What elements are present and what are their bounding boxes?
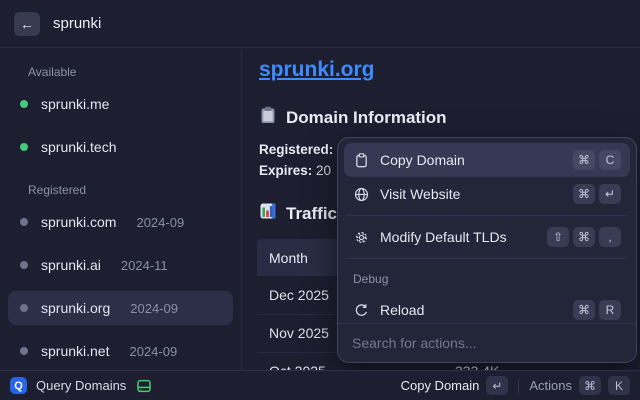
domain-name: sprunki.com — [41, 214, 116, 230]
cmd-key-badge: ⌘ — [573, 227, 595, 247]
domain-name: sprunki.ai — [41, 257, 101, 273]
primary-action-label: Copy Domain — [401, 378, 480, 393]
sidebar: Available sprunki.me sprunki.tech Regist… — [0, 49, 242, 370]
top-bar: ← sprunki — [0, 0, 640, 48]
cmd-key-badge: ⌘ — [579, 376, 601, 395]
menu-separator — [347, 215, 627, 216]
back-button[interactable]: ← — [14, 12, 40, 36]
cmd-key-badge: ⌘ — [573, 300, 595, 320]
domain-name: sprunki.me — [41, 96, 109, 112]
domain-date: 2024-09 — [136, 215, 184, 230]
available-dot-icon — [20, 143, 28, 151]
sidebar-item-sprunki-ai[interactable]: sprunki.ai 2024-11 — [8, 248, 233, 282]
r-key-badge: R — [599, 300, 621, 320]
registered-dot-icon — [20, 304, 28, 312]
action-modify-default-tlds[interactable]: Modify Default TLDs ⇧ ⌘ , — [344, 220, 630, 254]
actions-label: Actions — [529, 378, 572, 393]
sidebar-item-sprunki-net[interactable]: sprunki.net 2024-09 — [8, 334, 233, 368]
available-dot-icon — [20, 100, 28, 108]
reload-icon — [353, 302, 369, 318]
c-key-badge: C — [599, 150, 621, 170]
domain-name: sprunki.org — [41, 300, 110, 316]
domain-name: sprunki.tech — [41, 139, 116, 155]
page-title: sprunki — [53, 15, 101, 32]
sidebar-item-sprunki-tech[interactable]: sprunki.tech — [8, 130, 233, 164]
expires-value: 20 — [316, 163, 331, 178]
debug-section-label: Debug — [344, 263, 630, 293]
extension-name: Query Domains — [36, 378, 126, 393]
sidebar-item-sprunki-com[interactable]: sprunki.com 2024-09 — [8, 205, 233, 239]
domain-date: 2024-09 — [129, 344, 177, 359]
domain-name: sprunki.net — [41, 343, 109, 359]
registered-label: Registered: — [259, 142, 333, 157]
domain-date: 2024-09 — [130, 301, 178, 316]
actions-list: Copy Domain ⌘ C Visit Website ⌘ — [338, 138, 636, 324]
expires-label: Expires: — [259, 163, 312, 178]
globe-icon — [353, 186, 369, 202]
action-reload[interactable]: Reload ⌘ R — [344, 293, 630, 324]
bar-chart-emoji-icon — [259, 202, 277, 225]
action-visit-website[interactable]: Visit Website ⌘ ↵ — [344, 177, 630, 211]
domain-information-heading: Domain Information — [259, 106, 447, 129]
action-copy-domain[interactable]: Copy Domain ⌘ C — [344, 143, 630, 177]
registered-dot-icon — [20, 218, 28, 226]
return-key-badge: ↵ — [599, 184, 621, 204]
section-label-available: Available — [8, 55, 233, 87]
heading-text: Traffic — [286, 204, 337, 224]
sidebar-item-sprunki-org[interactable]: sprunki.org 2024-09 — [8, 291, 233, 325]
menu-separator — [347, 258, 627, 259]
sidebar-item-sprunki-me[interactable]: sprunki.me — [8, 87, 233, 121]
heading-text: Domain Information — [286, 108, 447, 128]
back-arrow-icon: ← — [20, 16, 34, 32]
app-window: ← sprunki Available sprunki.me sprunki.t… — [0, 0, 640, 400]
clipboard-emoji-icon — [259, 106, 277, 129]
expires-line: Expires: 20 — [259, 163, 331, 178]
action-label: Visit Website — [380, 186, 460, 202]
domain-link[interactable]: sprunki.org — [259, 58, 375, 82]
actions-search-input[interactable] — [352, 335, 622, 351]
return-key-badge: ↵ — [486, 376, 508, 395]
bottom-bar-divider — [518, 379, 519, 393]
k-key-badge: K — [608, 376, 630, 395]
primary-action-button[interactable]: Copy Domain ↵ — [401, 376, 509, 395]
action-label: Copy Domain — [380, 152, 465, 168]
actions-search-bar — [338, 323, 636, 362]
extension-icon: Q — [10, 377, 27, 394]
actions-menu-button[interactable]: Actions ⌘ K — [529, 376, 630, 395]
cmd-key-badge: ⌘ — [573, 150, 595, 170]
domain-date: 2024-11 — [121, 258, 168, 273]
actions-popup: Copy Domain ⌘ C Visit Website ⌘ — [337, 137, 637, 363]
registered-line: Registered: — [259, 142, 333, 157]
registered-dot-icon — [20, 261, 28, 269]
comma-key-badge: , — [599, 227, 621, 247]
action-label: Modify Default TLDs — [380, 229, 507, 245]
extension-initial: Q — [14, 380, 23, 392]
clipboard-icon — [353, 152, 369, 168]
shift-key-badge: ⇧ — [547, 227, 569, 247]
storage-drive-icon[interactable] — [136, 378, 152, 394]
traffic-heading: Traffic — [259, 202, 337, 225]
cmd-key-badge: ⌘ — [573, 184, 595, 204]
action-label: Reload — [380, 302, 424, 318]
section-label-registered: Registered — [8, 173, 233, 205]
registered-dot-icon — [20, 347, 28, 355]
bottom-bar: Q Query Domains Copy Domain ↵ Actions ⌘ … — [0, 370, 640, 400]
gear-icon — [353, 229, 369, 245]
